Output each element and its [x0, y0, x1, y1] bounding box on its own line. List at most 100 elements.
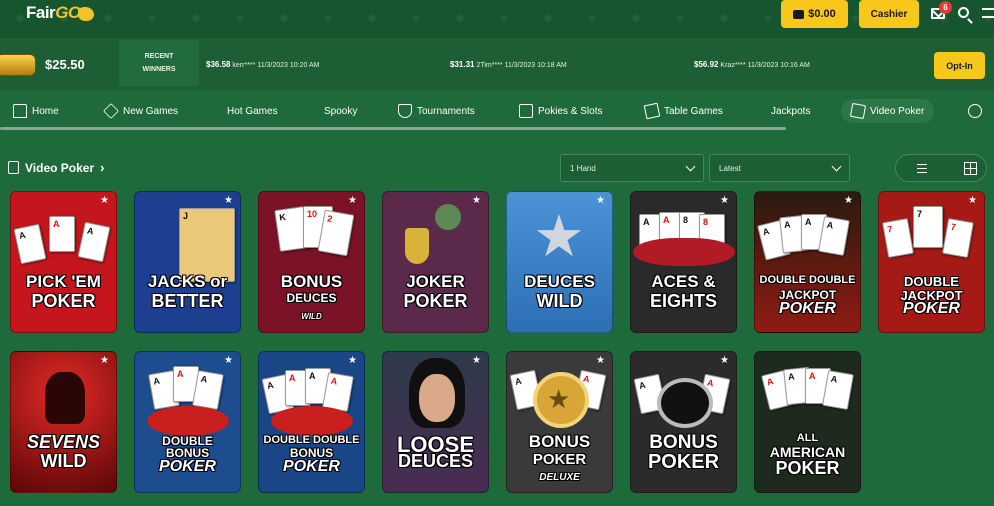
balance-button[interactable]: $0.00 — [781, 0, 848, 28]
game-tile[interactable]: ★ ★ DEUCES WILD — [506, 191, 613, 333]
chevron-down-icon — [831, 161, 842, 172]
game-tile[interactable]: ★ LOOSE DEUCES — [382, 351, 489, 493]
jackpot-amount: $25.50 — [45, 57, 85, 72]
cards-art: A A 8 8 — [631, 212, 736, 268]
cards-art — [11, 372, 116, 428]
nav-scrollbar[interactable] — [0, 127, 786, 130]
hands-select[interactable]: 1 Hand — [560, 154, 704, 182]
game-tile[interactable]: ★ K 10 2 BONUS DEUCES WILD — [258, 191, 365, 333]
trophy-icon — [398, 104, 412, 118]
favorite-star-icon[interactable]: ★ — [720, 195, 729, 206]
game-title: DELUXE — [539, 472, 580, 483]
search-icon[interactable] — [958, 7, 969, 18]
cards-art: A A A A — [755, 212, 860, 268]
cards-art: A A ★ — [507, 369, 612, 428]
game-tile[interactable]: ★ SEVENS WILD — [10, 351, 117, 493]
grid-view-icon[interactable] — [964, 162, 977, 175]
game-title: DOUBLE — [904, 274, 959, 289]
game-tile[interactable]: ★ A A ★ BONUS POKER DELUXE — [506, 351, 613, 493]
nav-jackpots[interactable]: Jackpots — [771, 99, 810, 123]
game-tile[interactable]: ★ A A A DOUBLE BONUS POKER — [134, 351, 241, 493]
fairgo-logo[interactable]: FairGO — [26, 3, 94, 23]
game-title: BONUS — [280, 272, 343, 291]
game-title: WILD — [536, 291, 583, 311]
cards-art: J — [135, 208, 240, 282]
top-bar: FairGO $0.00 Cashier 6 — [0, 0, 994, 38]
game-title: DEUCES — [286, 291, 337, 305]
winner-item: $56.92 Kraz**** 11/3/2023 10:16 AM — [694, 60, 810, 69]
menu-icon[interactable] — [982, 8, 994, 18]
winner-item: $36.58 kerr**** 11/3/2023 10:20 AM — [206, 60, 320, 69]
nav-more[interactable] — [968, 99, 982, 123]
cards-art — [383, 358, 488, 428]
nav-hot-games[interactable]: Hot Games — [227, 99, 278, 123]
nav-new-games[interactable]: New Games — [103, 99, 178, 123]
cards-art: A A A A — [755, 366, 860, 428]
favorite-star-icon[interactable]: ★ — [596, 195, 605, 206]
nav-tournaments[interactable]: Tournaments — [398, 99, 475, 123]
favorite-star-icon[interactable]: ★ — [100, 195, 109, 206]
chip-icon — [968, 104, 982, 118]
category-nav: Home New Games Hot Games Spooky Tourname… — [0, 93, 994, 129]
game-title: JOKER — [406, 272, 465, 291]
game-title: WILD — [301, 312, 322, 321]
game-title: BONUS — [528, 432, 591, 451]
sort-select[interactable]: Latest — [709, 154, 850, 182]
game-title: DOUBLE DOUBLE — [759, 274, 856, 286]
cards-art: 7 7 7 — [879, 206, 984, 268]
game-tile[interactable]: ★ JOKER POKER — [382, 191, 489, 333]
game-tile[interactable]: ★ A A BONUS POKER — [630, 351, 737, 493]
favorite-star-icon[interactable]: ★ — [348, 355, 357, 366]
video-poker-icon — [8, 161, 19, 174]
nav-table-games[interactable]: Table Games — [643, 99, 723, 123]
video-poker-icon — [849, 102, 867, 120]
cashier-button[interactable]: Cashier — [859, 0, 919, 28]
game-tile[interactable]: ★ 7 7 7 DOUBLE JACKPOT POKER — [878, 191, 985, 333]
cards-art: A A A — [11, 212, 116, 268]
cards-art: K 10 2 — [259, 206, 364, 268]
game-tile[interactable]: ★ J JACKS or BETTER — [134, 191, 241, 333]
favorite-star-icon[interactable]: ★ — [224, 355, 233, 366]
cards-art: A A A A — [259, 368, 364, 436]
game-tile[interactable]: ★ A A A A DOUBLE DOUBLE JACKPOT POKER — [754, 191, 861, 333]
game-title: POKER — [532, 451, 587, 468]
australia-icon — [77, 6, 94, 21]
game-title: PICK 'EM — [26, 272, 101, 291]
favorite-star-icon[interactable]: ★ — [348, 195, 357, 206]
cards-art: A A A — [135, 366, 240, 436]
game-title: DEUCES — [524, 272, 595, 291]
favorite-star-icon[interactable]: ★ — [596, 355, 605, 366]
nav-pokies-slots[interactable]: Pokies & Slots — [519, 99, 602, 123]
nav-video-poker[interactable]: Video Poker — [841, 99, 935, 123]
jackpot-ticker[interactable]: $25.50 — [0, 45, 120, 85]
favorite-star-icon[interactable]: ★ — [844, 195, 853, 206]
section-title[interactable]: Video Poker › — [8, 160, 104, 175]
game-tile[interactable]: ★ A A 8 8 ACES & EIGHTS — [630, 191, 737, 333]
game-tile[interactable]: ★ A A A PICK 'EM POKER — [10, 191, 117, 333]
game-title: SEVENS — [26, 432, 101, 452]
nav-spooky[interactable]: Spooky — [324, 99, 357, 123]
game-title: DOUBLE DOUBLE — [263, 434, 360, 446]
favorite-star-icon[interactable]: ★ — [472, 355, 481, 366]
favorite-star-icon[interactable]: ★ — [100, 355, 109, 366]
cards-art: A A — [631, 372, 736, 428]
favorite-star-icon[interactable]: ★ — [968, 195, 977, 206]
game-title: POKER — [403, 291, 468, 311]
cards-art: ★ — [533, 204, 585, 269]
favorite-star-icon[interactable]: ★ — [720, 355, 729, 366]
game-title: POKER — [779, 300, 836, 317]
game-title: JACKS or — [147, 272, 228, 291]
game-title: POKER — [647, 451, 720, 473]
game-title: POKER — [159, 458, 216, 475]
recent-winners-label: RECENT WINNERS — [119, 40, 199, 86]
game-tile[interactable]: A A A A ALL AMERICAN POKER — [754, 351, 861, 493]
favorite-star-icon[interactable]: ★ — [224, 195, 233, 206]
winner-item: $31.31 2Tim**** 11/3/2023 10:18 AM — [450, 60, 567, 69]
favorite-star-icon[interactable]: ★ — [472, 195, 481, 206]
game-title: POKER — [903, 300, 960, 317]
opt-in-button[interactable]: Opt-In — [934, 52, 985, 79]
game-tile[interactable]: ★ A A A A DOUBLE DOUBLE BONUS POKER — [258, 351, 365, 493]
nav-home[interactable]: Home — [13, 99, 59, 123]
list-view-icon[interactable] — [917, 164, 927, 173]
home-icon — [13, 104, 27, 118]
